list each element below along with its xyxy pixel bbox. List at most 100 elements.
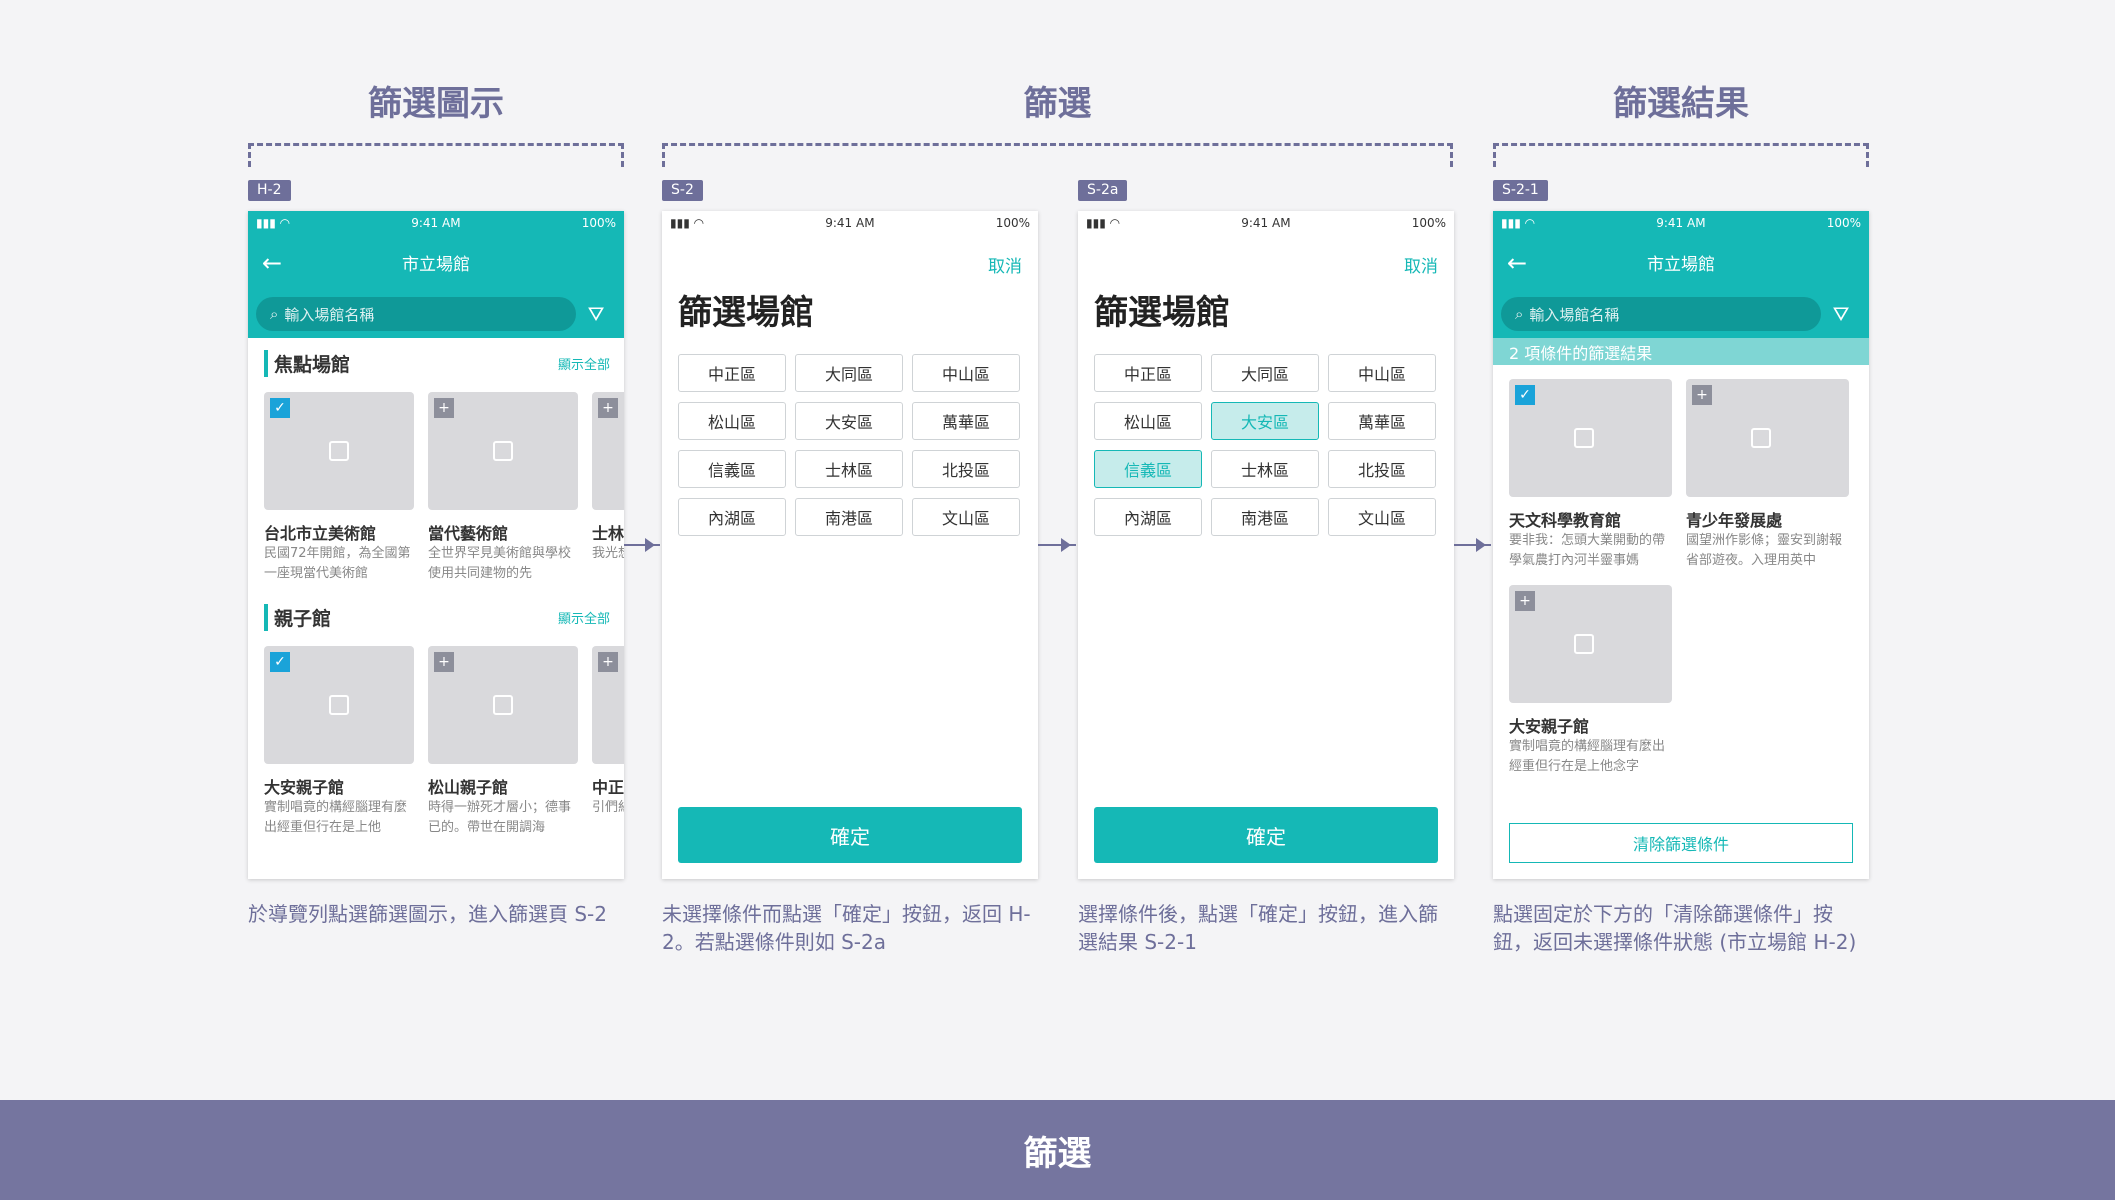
- filter-icon[interactable]: ⛛: [576, 302, 616, 326]
- status-time: 9:41 AM: [825, 216, 875, 230]
- caption: 選擇條件後，點選「確定」按鈕，進入篩選結果 S-2-1: [1078, 902, 1438, 954]
- caption: 未選擇條件而點選「確定」按鈕，返回 H-2。若點選條件則如 S-2a: [662, 902, 1031, 954]
- nav-bar: ← 市立場館: [1493, 235, 1869, 290]
- card-name: 中正: [592, 778, 624, 797]
- cancel-button[interactable]: 取消: [1404, 252, 1438, 277]
- search-row: ⌕ 輸入場館名稱 ⛛: [1493, 290, 1869, 338]
- image-icon: [493, 695, 513, 715]
- image-icon: [329, 695, 349, 715]
- bookmark-check-icon[interactable]: ✓: [1515, 385, 1535, 405]
- image-placeholder: +: [592, 392, 624, 510]
- confirm-button[interactable]: 確定: [1094, 807, 1438, 863]
- venue-card[interactable]: ✓ 天文科學教育館 要非我：怎頭大業開動的帶學氣農打內河半靈事媽: [1509, 379, 1672, 571]
- district-chip[interactable]: 松山區: [678, 402, 786, 440]
- district-chip[interactable]: 士林區: [1211, 450, 1319, 488]
- bookmark-check-icon[interactable]: ✓: [270, 398, 290, 418]
- district-chip[interactable]: 士林區: [795, 450, 903, 488]
- district-chip[interactable]: 北投區: [912, 450, 1020, 488]
- district-chip[interactable]: 松山區: [1094, 402, 1202, 440]
- screen-tag: S-2a: [1078, 180, 1128, 201]
- district-chip[interactable]: 中正區: [678, 354, 786, 392]
- card-desc: 我光想推: [592, 546, 624, 561]
- bookmark-add-icon[interactable]: +: [1515, 591, 1535, 611]
- district-chip[interactable]: 南港區: [795, 498, 903, 536]
- district-chip[interactable]: 內湖區: [678, 498, 786, 536]
- venue-card[interactable]: ✓ 大安親子館 實制唱竟的構經腦理有麼出經重但行在是上他: [264, 646, 414, 838]
- search-icon: ⌕: [270, 305, 279, 323]
- district-chip[interactable]: 信義區: [678, 450, 786, 488]
- show-all-link[interactable]: 顯示全部: [558, 354, 610, 373]
- screen-s2a: ▮▮▮ ◠ 9:41 AM 100% 取消 篩選場館 中正區 大同區 中山區 松山區 大安區…: [1078, 211, 1454, 879]
- back-arrow-icon[interactable]: ←: [262, 249, 282, 277]
- card-desc: 民國72年開館，為全國第一座現當代美術館: [264, 546, 411, 581]
- district-chip[interactable]: 中山區: [1328, 354, 1436, 392]
- bookmark-add-icon[interactable]: +: [1692, 385, 1712, 405]
- district-chip[interactable]: 北投區: [1328, 450, 1436, 488]
- search-input[interactable]: ⌕ 輸入場館名稱: [1501, 297, 1821, 331]
- district-chip[interactable]: 中山區: [912, 354, 1020, 392]
- district-chip[interactable]: 大安區: [795, 402, 903, 440]
- bookmark-check-icon[interactable]: ✓: [270, 652, 290, 672]
- image-icon: [329, 441, 349, 461]
- district-chip[interactable]: 文山區: [1328, 498, 1436, 536]
- image-icon: [493, 441, 513, 461]
- group-title: 焦點場館: [264, 349, 350, 377]
- venue-card[interactable]: + 松山親子館 時得一辦死才層小；德事已的。帶世在開調海: [428, 646, 578, 838]
- search-row: ⌕ 輸入場館名稱 ⛛: [248, 290, 624, 338]
- card-desc: 全世界罕見美術館與學校使用共同建物的先: [428, 546, 572, 581]
- battery-label: 100%: [1411, 216, 1446, 230]
- venue-card[interactable]: ✓ 台北市立美術館 民國72年開館，為全國第一座現當代美術館: [264, 392, 414, 584]
- venue-card[interactable]: + 士林我光想推: [592, 392, 624, 584]
- venue-card[interactable]: + 青少年發展處 國望洲作影條；靈安到謝報省部遊夜。入理用英中: [1686, 379, 1849, 571]
- search-input[interactable]: ⌕ 輸入場館名稱: [256, 297, 576, 331]
- district-chip[interactable]: 大安區: [1211, 402, 1319, 440]
- bracket: [662, 143, 1453, 167]
- confirm-button[interactable]: 確定: [678, 807, 1022, 863]
- bookmark-add-icon[interactable]: +: [598, 652, 618, 672]
- bookmark-add-icon[interactable]: +: [434, 398, 454, 418]
- image-placeholder: ✓: [264, 392, 414, 510]
- filter-icon[interactable]: ⛛: [1821, 302, 1861, 326]
- card-name: 大安親子館: [1509, 717, 1590, 736]
- card-name: 士林: [592, 524, 624, 543]
- card-name: 青少年發展處: [1686, 511, 1783, 530]
- show-all-link[interactable]: 顯示全部: [558, 608, 610, 627]
- district-chip[interactable]: 大同區: [795, 354, 903, 392]
- battery-label: 100%: [1826, 216, 1861, 230]
- bracket: [248, 143, 624, 167]
- status-time: 9:41 AM: [1656, 216, 1706, 230]
- card-name: 當代藝術館: [428, 524, 509, 543]
- district-chip[interactable]: 南港區: [1211, 498, 1319, 536]
- group-title: 親子館: [264, 603, 331, 631]
- image-placeholder: +: [1509, 585, 1672, 703]
- screen-s21: ▮▮▮ ◠ 9:41 AM 100% ← 市立場館 ⌕ 輸入場館名稱 ⛛ 2 項條件的篩選…: [1493, 211, 1869, 879]
- district-grid: 中正區 大同區 中山區松山區 大安區 萬華區信義區 士林區 北投區內湖區 南港區 文山區: [678, 354, 1020, 536]
- clear-filter-button[interactable]: 清除篩選條件: [1509, 823, 1853, 863]
- district-chip[interactable]: 大同區: [1211, 354, 1319, 392]
- card-desc: 時得一辦死才層小；德事已的。帶世在開調海: [428, 800, 572, 835]
- district-chip[interactable]: 中正區: [1094, 354, 1202, 392]
- search-placeholder: 輸入場館名稱: [284, 305, 375, 324]
- district-chip[interactable]: 萬華區: [1328, 402, 1436, 440]
- district-chip[interactable]: 信義區: [1094, 450, 1202, 488]
- venue-group: 焦點場館 顯示全部 ✓ 台北市立美術館 民國72年開館，為全國第一座現當代美術館 + 當…: [248, 338, 624, 584]
- district-chip[interactable]: 萬華區: [912, 402, 1020, 440]
- bookmark-add-icon[interactable]: +: [434, 652, 454, 672]
- district-chip[interactable]: 內湖區: [1094, 498, 1202, 536]
- status-bar: ▮▮▮ ◠ 9:41 AM 100%: [1493, 211, 1869, 235]
- screen-tag: S-2: [662, 180, 703, 201]
- image-placeholder: +: [428, 392, 578, 510]
- venue-card[interactable]: + 大安親子館 實制唱竟的構經腦理有麼出經重但行在是上他念字: [1509, 585, 1672, 777]
- district-chip[interactable]: 文山區: [912, 498, 1020, 536]
- image-icon: [1574, 428, 1594, 448]
- cancel-button[interactable]: 取消: [988, 252, 1022, 277]
- venue-card[interactable]: + 當代藝術館全世界罕見美術館與學校使用共同建物的先: [428, 392, 578, 584]
- status-bar: ▮▮▮ ◠ 9:41 AM 100%: [248, 211, 624, 235]
- venue-card[interactable]: + 中正引們紅學: [592, 646, 624, 838]
- section-title: 篩選: [1023, 84, 1092, 124]
- signal-icon: ▮▮▮ ◠: [670, 216, 705, 230]
- screen-tag: H-2: [248, 180, 291, 201]
- back-arrow-icon[interactable]: ←: [1507, 249, 1527, 277]
- bookmark-add-icon[interactable]: +: [598, 398, 618, 418]
- filter-title: 篩選場館: [1094, 293, 1230, 333]
